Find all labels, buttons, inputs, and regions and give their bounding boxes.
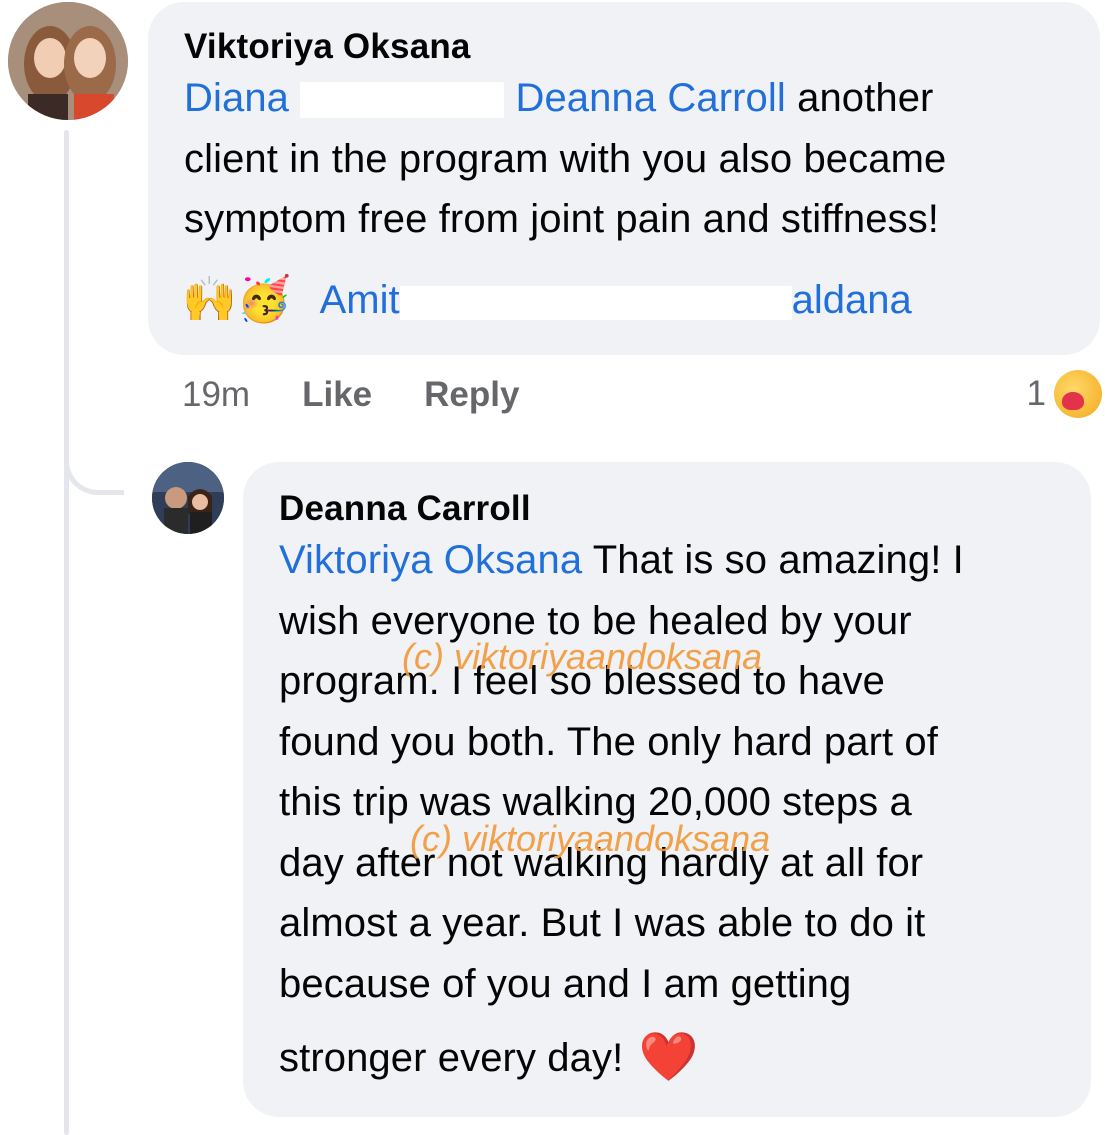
comment-emoji-row: 🙌 🥳 Amit aldana [182,270,912,330]
mention-link[interactable]: Viktoriya Oksana [279,538,582,582]
reply-text-line: day after not walking hardly at all for [279,840,924,885]
reply-text-line: wish everyone to be healed by your [279,598,912,643]
avatar-photo [8,2,128,120]
avatar-photo [152,462,224,534]
reaction-count: 1 [1026,374,1046,413]
reply-author[interactable]: Deanna Carroll [279,488,1055,530]
comment-text-line: client in the program with you also beca… [184,136,947,181]
like-button[interactable]: Like [302,375,372,415]
redaction-block [300,82,505,119]
timestamp[interactable]: 19m [182,375,250,415]
comment-actions: 19m Like Reply 1 [182,370,1102,420]
avatar[interactable] [8,2,128,120]
reply-text-line: program. I feel so blessed to have [279,659,885,703]
raising-hands-icon: 🙌 [182,274,237,325]
redaction-block [399,286,792,320]
reply-text-line: this trip was walking 20,000 steps a [279,780,912,824]
reply-button[interactable]: Reply [424,375,519,415]
heart-icon: ❤️ [638,1029,699,1085]
reply-bubble: Deanna Carroll Viktoriya Oksana That is … [243,462,1091,1117]
comment-text-line: symptom free from joint pain and stiffne… [184,197,940,241]
reply-text-line: That is so amazing! I [592,538,964,582]
reply-text-line: because of you and I am getting [279,961,852,1006]
comment-text: Diana Deanna Carroll another client in t… [184,68,1064,250]
reaction-summary[interactable]: 1 [1027,370,1102,418]
mention-link[interactable]: Amit [320,278,400,323]
mention-link[interactable]: Deanna Carroll [515,76,785,120]
avatar[interactable] [152,462,224,534]
thread-connector-curve [64,430,124,495]
comment-author[interactable]: Viktoriya Oksana [184,26,1064,68]
thread-connector-line [64,130,69,1135]
comment-text-segment: another [797,76,934,120]
reply-text-line: almost a year. But I was able to do it [279,901,926,945]
partying-face-icon: 🥳 [236,274,292,325]
reply-text-line: stronger every day! [279,1036,624,1080]
mention-link[interactable]: Diana [184,76,289,120]
comment-thread: Viktoriya Oksana Diana Deanna Carroll an… [0,0,1105,1135]
hugging-face-icon [1054,370,1102,418]
mention-link[interactable]: aldana [792,278,912,323]
reply-text-line: found you both. The only hard part of [279,719,938,764]
reply-text: Viktoriya Oksana That is so amazing! I w… [279,530,1055,1089]
